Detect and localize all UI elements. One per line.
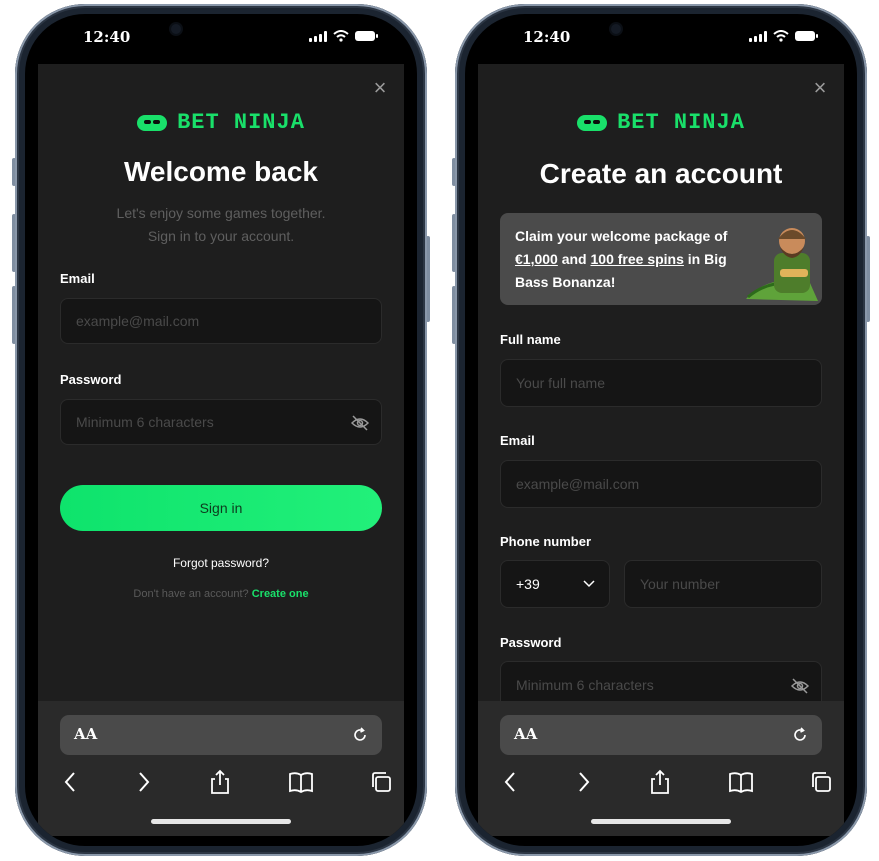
country-code-select[interactable]: +39 bbox=[500, 560, 610, 608]
signup-modal: × BET NINJA Create an account Claim your… bbox=[478, 64, 844, 711]
status-icons bbox=[309, 30, 378, 42]
tabs-icon[interactable] bbox=[368, 769, 394, 795]
promo-spins: 100 free spins bbox=[590, 251, 684, 267]
create-account-prompt: Don't have an account? Create one bbox=[38, 588, 404, 600]
battery-icon bbox=[355, 31, 378, 41]
forward-icon[interactable] bbox=[130, 769, 156, 795]
address-bar[interactable]: AA bbox=[60, 715, 382, 755]
subtitle-line-1: Let's enjoy some games together. bbox=[116, 205, 326, 221]
browser-nav bbox=[478, 769, 844, 795]
password-placeholder: Minimum 6 characters bbox=[516, 677, 654, 693]
tabs-icon[interactable] bbox=[808, 769, 834, 795]
eye-off-icon[interactable] bbox=[791, 677, 809, 695]
home-indicator bbox=[151, 819, 291, 824]
phone-screen-bezel: 12:40 × BET NINJA Create an account Clai… bbox=[465, 14, 857, 846]
browser-nav bbox=[38, 769, 404, 795]
browser-toolbar: AA bbox=[38, 701, 404, 836]
password-field[interactable]: Minimum 6 characters bbox=[60, 399, 382, 445]
status-icons bbox=[749, 30, 818, 42]
share-icon[interactable] bbox=[207, 769, 233, 795]
subtitle-line-2: Sign in to your account. bbox=[147, 228, 295, 244]
login-modal: × BET NINJA Welcome back Let's enjoy som… bbox=[38, 64, 404, 711]
back-icon[interactable] bbox=[58, 769, 84, 795]
promo-and: and bbox=[561, 251, 587, 267]
email-field[interactable]: example@mail.com bbox=[500, 460, 822, 508]
phone-screen-bezel: 12:40 × BET NINJA Welcome back Let's enj… bbox=[25, 14, 417, 846]
back-icon[interactable] bbox=[498, 769, 524, 795]
phone-number-label: Phone number bbox=[500, 534, 592, 549]
reload-icon[interactable] bbox=[790, 725, 810, 745]
chevron-down-icon bbox=[583, 580, 595, 588]
email-label: Email bbox=[500, 433, 535, 448]
brand-logo: BET NINJA bbox=[478, 110, 844, 135]
home-indicator bbox=[591, 819, 731, 824]
status-bar: 12:40 bbox=[465, 14, 857, 66]
email-label: Email bbox=[60, 271, 95, 286]
status-bar: 12:40 bbox=[25, 14, 417, 66]
email-placeholder: example@mail.com bbox=[516, 476, 640, 492]
no-account-text: Don't have an account? bbox=[133, 588, 249, 600]
cellular-signal-icon bbox=[749, 30, 767, 42]
subtitle: Let's enjoy some games together. Sign in… bbox=[38, 202, 404, 248]
full-name-label: Full name bbox=[500, 332, 561, 347]
browser-toolbar: AA bbox=[478, 701, 844, 836]
address-bar[interactable]: AA bbox=[500, 715, 822, 755]
password-label: Password bbox=[500, 635, 562, 650]
close-icon[interactable]: × bbox=[810, 77, 830, 99]
country-code-value: +39 bbox=[516, 576, 540, 592]
forward-icon[interactable] bbox=[570, 769, 596, 795]
wifi-icon bbox=[773, 30, 789, 42]
page-title: Create an account bbox=[539, 158, 783, 189]
welcome-promo-banner[interactable]: Claim your welcome package of €1,000 and… bbox=[500, 213, 822, 305]
promo-text: Claim your welcome package of €1,000 and… bbox=[515, 225, 755, 294]
page-title: Welcome back bbox=[123, 156, 319, 187]
email-placeholder: example@mail.com bbox=[76, 313, 200, 329]
front-camera bbox=[171, 24, 181, 34]
phone-login: 12:40 × BET NINJA Welcome back Let's enj… bbox=[12, 4, 430, 856]
bookmarks-icon[interactable] bbox=[288, 769, 314, 795]
cellular-signal-icon bbox=[309, 30, 327, 42]
bookmarks-icon[interactable] bbox=[728, 769, 754, 795]
brand-logo: BET NINJA bbox=[38, 110, 404, 135]
forgot-password-link[interactable]: Forgot password? bbox=[38, 556, 404, 570]
ninja-mask-icon bbox=[137, 114, 168, 131]
promo-text-before: Claim your welcome package of bbox=[515, 228, 728, 244]
reload-icon[interactable] bbox=[350, 725, 370, 745]
password-placeholder: Minimum 6 characters bbox=[76, 414, 214, 430]
status-time: 12:40 bbox=[523, 28, 571, 46]
close-icon[interactable]: × bbox=[370, 77, 390, 99]
front-camera bbox=[611, 24, 621, 34]
text-size-button[interactable]: AA bbox=[74, 725, 97, 743]
phone-number-placeholder: Your number bbox=[640, 576, 720, 592]
phone-signup: 12:40 × BET NINJA Create an account Clai… bbox=[452, 4, 870, 856]
brand-name: BET NINJA bbox=[617, 110, 745, 135]
ninja-mask-icon bbox=[577, 114, 608, 131]
phone-number-field[interactable]: Your number bbox=[624, 560, 822, 608]
eye-off-icon[interactable] bbox=[351, 414, 369, 432]
share-icon[interactable] bbox=[647, 769, 673, 795]
fisherman-character-illustration bbox=[746, 228, 818, 301]
phone-number-row: +39 Your number bbox=[500, 560, 822, 608]
create-one-link[interactable]: Create one bbox=[252, 588, 309, 600]
full-name-placeholder: Your full name bbox=[516, 375, 605, 391]
email-field[interactable]: example@mail.com bbox=[60, 298, 382, 344]
text-size-button[interactable]: AA bbox=[514, 725, 537, 743]
brand-name: BET NINJA bbox=[177, 110, 305, 135]
password-label: Password bbox=[60, 372, 122, 387]
status-time: 12:40 bbox=[83, 28, 131, 46]
sign-in-button[interactable]: Sign in bbox=[60, 485, 382, 531]
battery-icon bbox=[795, 31, 818, 41]
promo-amount: €1,000 bbox=[515, 251, 558, 267]
wifi-icon bbox=[333, 30, 349, 42]
full-name-field[interactable]: Your full name bbox=[500, 359, 822, 407]
